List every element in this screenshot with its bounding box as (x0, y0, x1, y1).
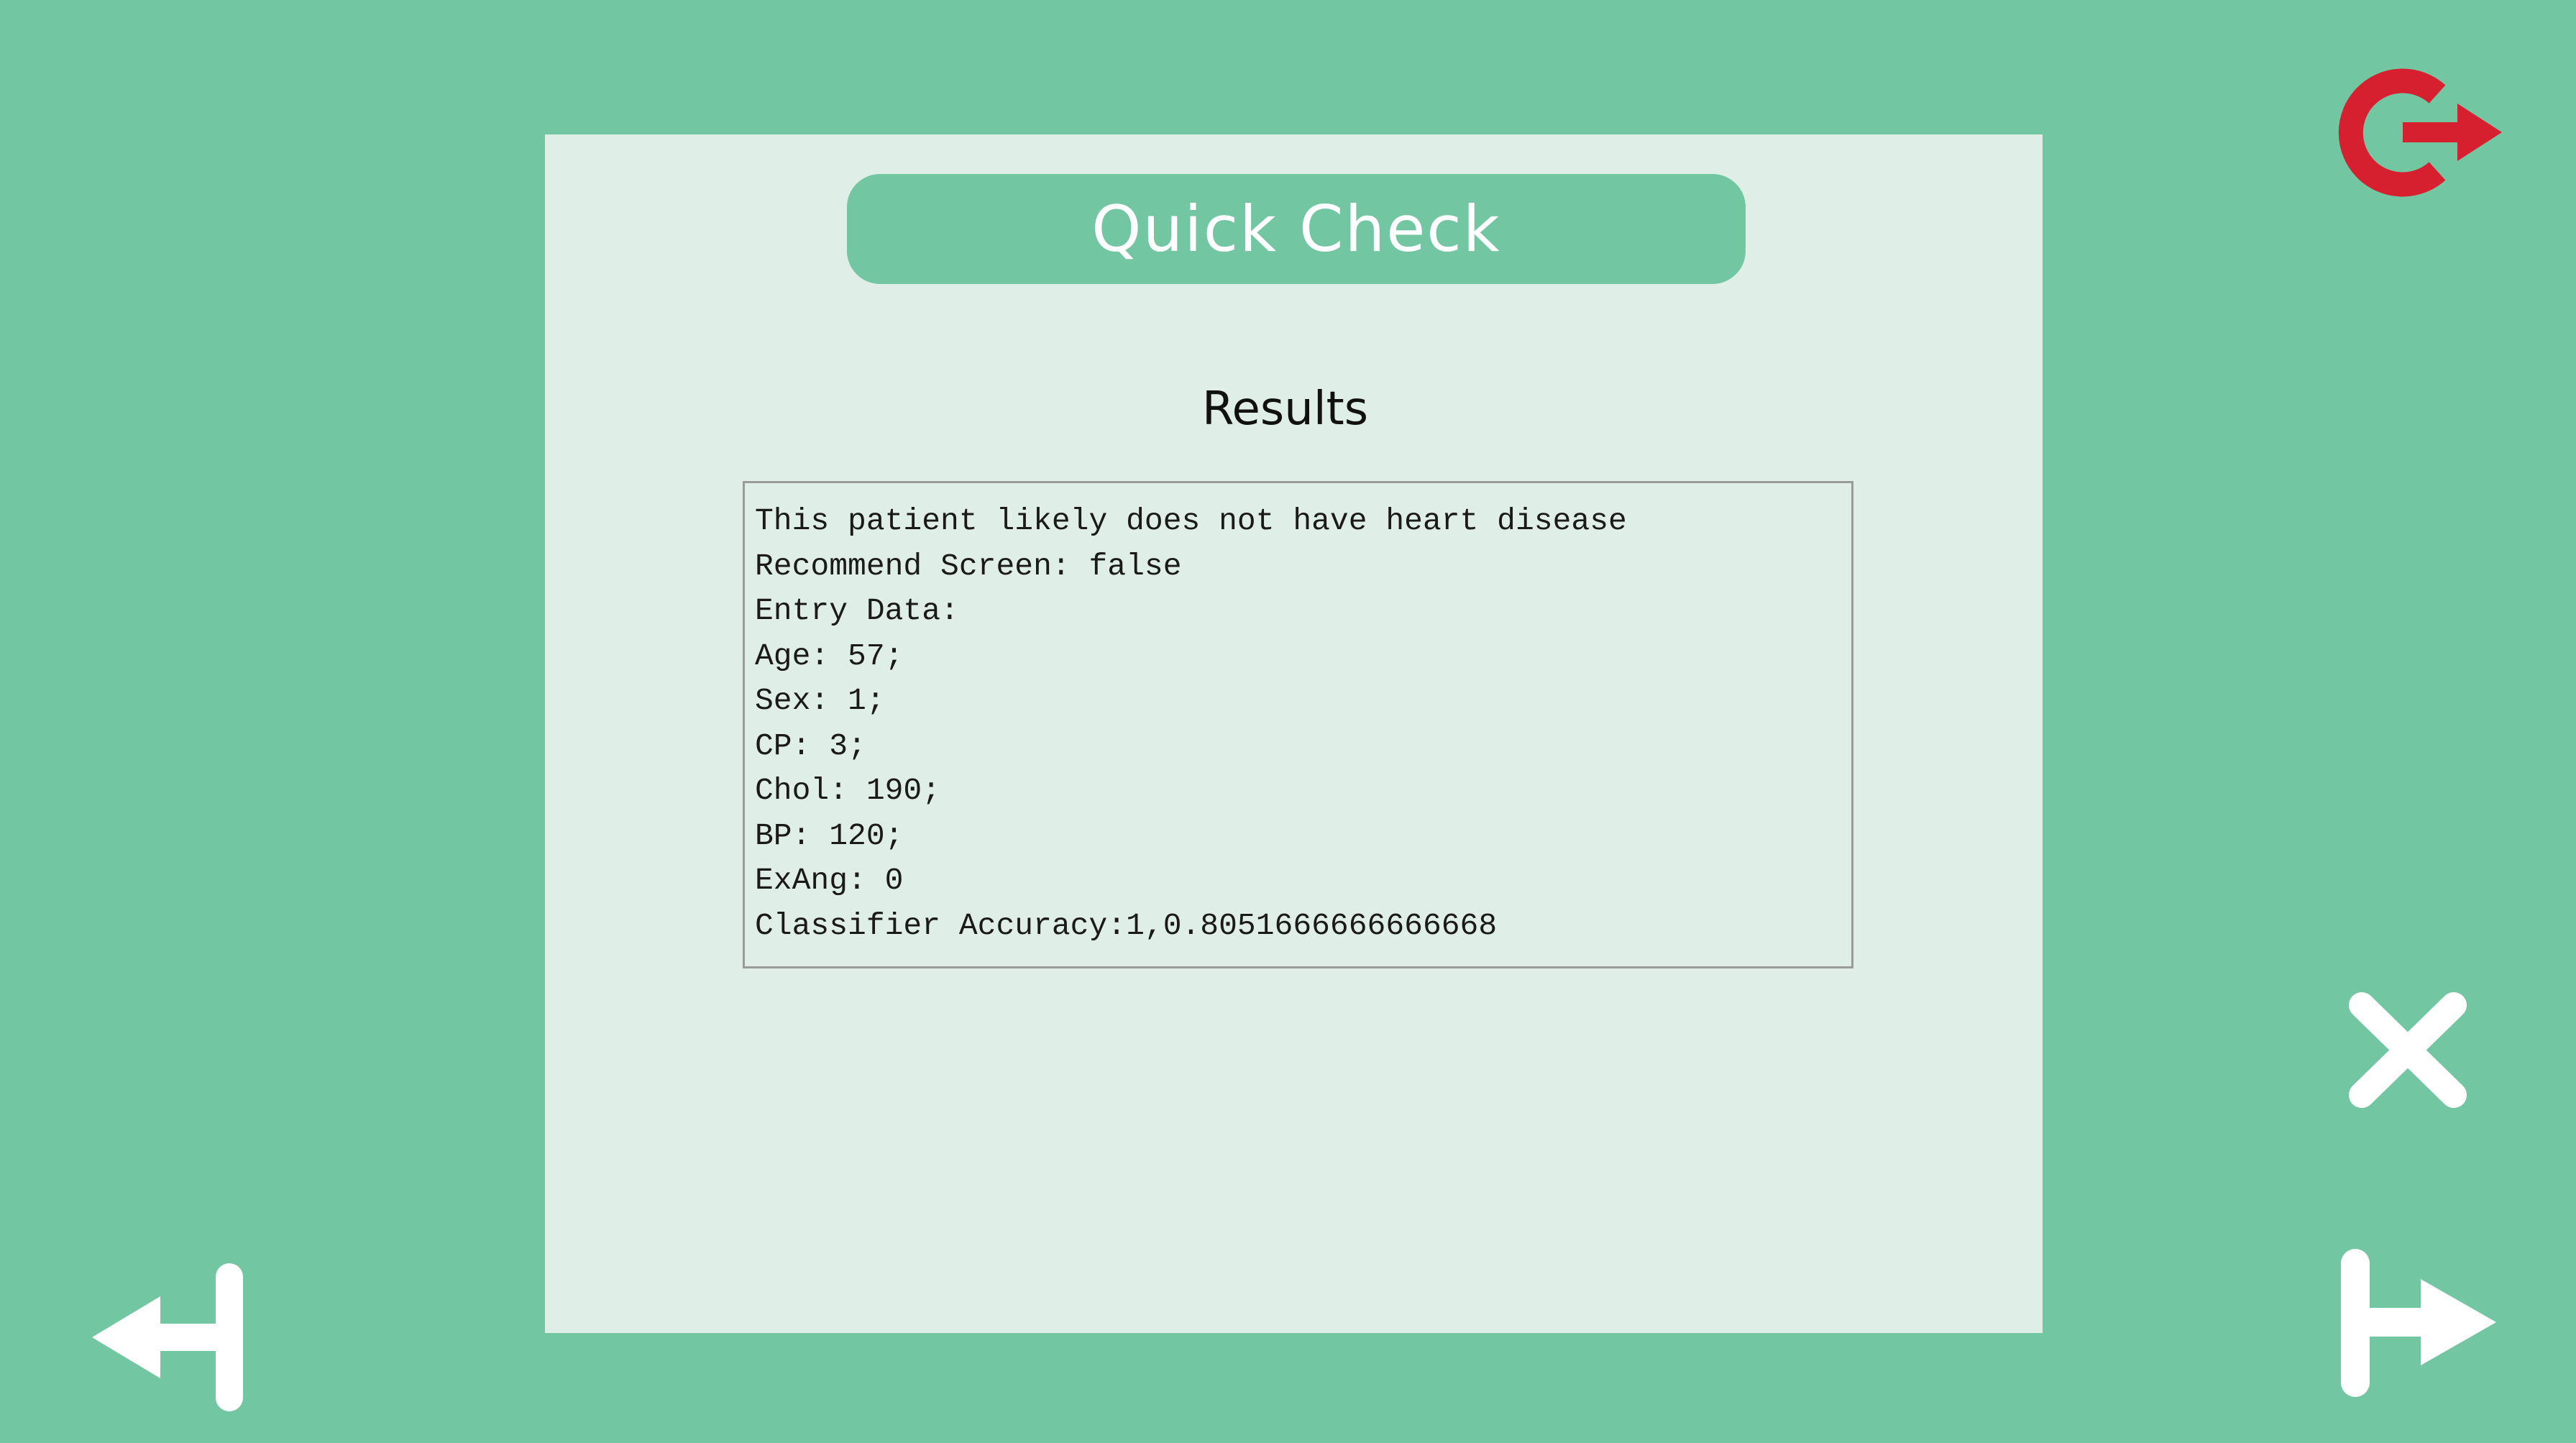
result-line-bp: BP: 120; (755, 817, 904, 853)
app-window: Quick Check Results This patient likely … (0, 0, 2576, 1443)
forward-arrow-icon (2341, 1249, 2496, 1397)
page-title: Quick Check (847, 174, 1746, 284)
result-line-entry-data: Entry Data: (755, 593, 959, 628)
forward-button[interactable] (2338, 1247, 2496, 1398)
result-line-accuracy: Classifier Accuracy:1,0.8051666666666668 (755, 907, 1498, 943)
close-button[interactable] (2347, 991, 2468, 1109)
close-icon (2349, 992, 2467, 1108)
logout-button[interactable] (2337, 66, 2502, 199)
result-line-recommend-screen: Recommend Screen: false (755, 548, 1182, 584)
result-line-sex: Sex: 1; (755, 683, 885, 718)
results-output: This patient likely does not have heart … (743, 481, 1853, 968)
results-heading: Results (1201, 382, 1369, 436)
back-button[interactable] (92, 1262, 250, 1413)
result-line-cp: CP: 3; (755, 728, 866, 764)
result-line-diagnosis: This patient likely does not have heart … (755, 503, 1627, 539)
back-arrow-icon (92, 1263, 243, 1411)
main-panel: Quick Check Results This patient likely … (545, 134, 2043, 1333)
logout-icon (2338, 68, 2502, 197)
result-line-chol: Chol: 190; (755, 773, 941, 808)
result-line-exang: ExAng: 0 (755, 863, 904, 898)
result-line-age: Age: 57; (755, 638, 904, 674)
